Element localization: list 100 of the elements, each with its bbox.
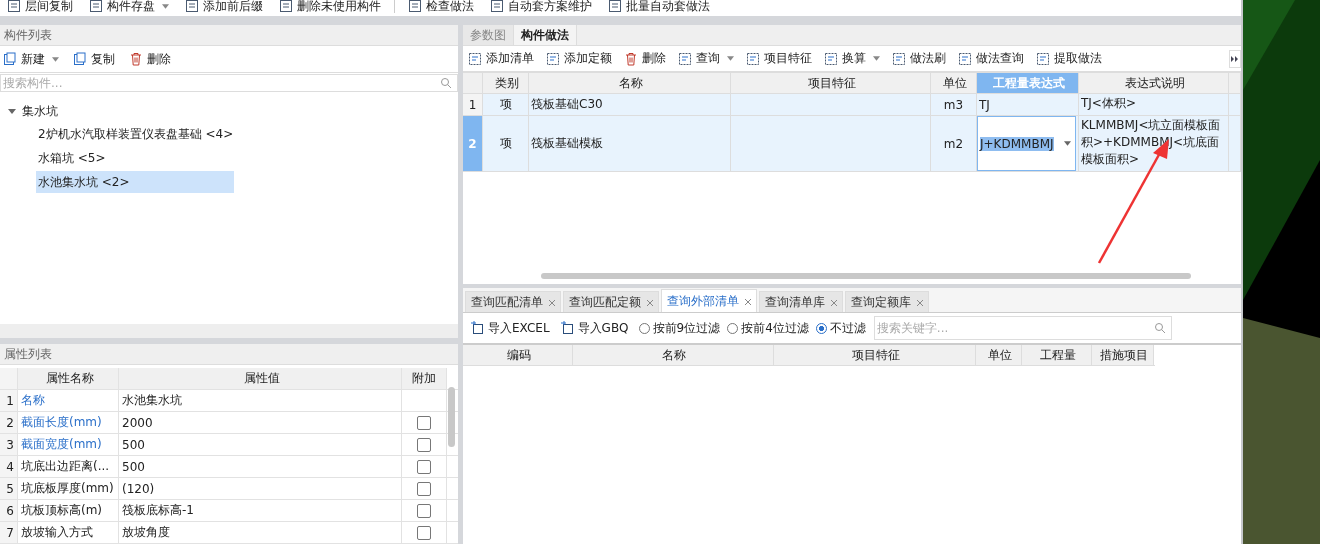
radio-button[interactable]: 按前9位过滤 [638,319,721,337]
panel-title: 构件列表 [0,25,458,46]
row-number: 6 [0,500,18,521]
column-header[interactable]: 附加 [402,368,447,389]
caret-icon[interactable] [162,3,169,9]
tab[interactable]: 查询清单库 [759,291,843,312]
property-value[interactable]: 放坡角度 [119,522,402,543]
tab[interactable]: 查询匹配清单 [465,291,561,312]
scrollbar[interactable] [448,387,455,447]
column-header[interactable]: 类别 [483,73,529,93]
tab[interactable]: 查询匹配定额 [563,291,659,312]
tab[interactable]: 查询外部清单 [661,289,757,312]
toolbar-button[interactable]: 删除未使用构件 [276,0,384,15]
expand-arrow-icon[interactable] [8,107,16,115]
document-icon [89,0,103,13]
checkbox[interactable] [417,459,431,474]
expression-field[interactable]: J+KDMMBMJ [977,116,1076,171]
document-icon [892,51,906,66]
document-icon [185,0,199,13]
column-header[interactable]: 名称 [573,345,774,365]
column-header[interactable]: 表达式说明 [1079,73,1229,93]
column-header[interactable]: 措施项目 [1092,345,1154,365]
column-header[interactable]: 编码 [463,345,573,365]
column-header[interactable]: 属性值 [119,368,402,389]
toolbar-button[interactable]: 新建 [0,50,62,68]
tree-item[interactable]: 水池集水坑 <2> [36,171,234,193]
checkbox[interactable] [417,437,431,452]
close-icon[interactable] [831,299,837,306]
table-cell: 项 [483,94,529,115]
toolbar-button[interactable]: 导入GBQ [556,319,632,337]
toolbar-button[interactable]: 换算 [821,50,883,67]
checkbox[interactable] [417,415,431,430]
tab[interactable]: 查询定额库 [845,291,929,312]
row-number: 5 [0,478,18,499]
toolbar-button[interactable]: 删除 [126,50,174,68]
property-name: 坑板顶标高(m) [18,500,119,521]
toolbar-button[interactable]: 做法刷 [889,50,949,67]
caret-icon[interactable] [1064,141,1071,146]
column-header[interactable]: 工程量 [1022,345,1092,365]
caret-icon[interactable] [52,56,59,62]
more-button[interactable] [1229,49,1241,68]
toolbar-button[interactable]: 构件存盘 [86,0,172,15]
property-value[interactable]: 500 [119,456,402,477]
toolbar-button[interactable]: 批量自动套做法 [605,0,713,15]
toolbar-button[interactable]: 添加定额 [543,50,615,67]
toolbar-button[interactable]: 做法查询 [955,50,1027,67]
radio-button[interactable]: 不过滤 [815,319,866,337]
property-name: 截面宽度(mm) [18,434,119,455]
column-header[interactable]: 单位 [931,73,977,93]
caret-icon[interactable] [727,56,734,61]
property-name: 放坡输入方式 [18,522,119,543]
radio-button[interactable]: 按前4位过滤 [727,319,809,337]
search-field[interactable]: 搜索关键字... [873,316,1172,340]
document-icon [824,51,838,66]
property-value[interactable]: 500 [119,434,402,455]
search-field[interactable]: 搜索构件... [0,74,458,92]
column-header[interactable]: 项目特征 [774,345,976,365]
scrollbar[interactable] [541,273,1191,279]
column-header[interactable]: 名称 [529,73,731,93]
toolbar-button[interactable]: 删除 [621,50,669,67]
checkbox[interactable] [417,525,431,540]
checkbox[interactable] [417,481,431,496]
toolbar-button[interactable]: 提取做法 [1033,50,1105,67]
checkbox[interactable] [417,503,431,518]
toolbar-button[interactable]: 层间复制 [4,0,76,15]
toolbar-button[interactable]: 导入EXCEL [467,319,553,337]
tab[interactable]: 构件做法 [514,25,577,45]
property-value[interactable]: 筏板底标高-1 [119,500,402,521]
document-icon [7,0,21,13]
property-value[interactable]: 2000 [119,412,402,433]
toolbar-button[interactable]: 查询 [675,50,737,67]
document-icon [608,0,622,13]
document-icon [408,0,422,13]
close-icon[interactable] [549,299,555,306]
toolbar-button[interactable]: 添加清单 [465,50,537,67]
column-header[interactable]: 单位 [976,345,1022,365]
document-icon [678,51,692,66]
property-name: 坑底出边距离(... [18,456,119,477]
row-number[interactable]: 1 [463,94,483,115]
column-header[interactable]: 属性名称 [18,368,119,389]
import-icon [559,321,574,335]
column-header[interactable]: 项目特征 [731,73,931,93]
row-number: 7 [0,522,18,543]
property-value[interactable]: 水池集水坑 [119,390,402,411]
table-cell: m3 [931,94,977,115]
close-icon[interactable] [647,299,653,306]
tree-item[interactable]: 集水坑 [20,100,60,122]
caret-icon[interactable] [873,56,880,61]
toolbar-button[interactable]: 复制 [70,50,118,68]
tree-item[interactable]: 2炉机水汽取样装置仪表盘基础 <4> [36,123,236,145]
tree-item[interactable]: 水箱坑 <5> [36,147,108,169]
property-value[interactable]: (120) [119,478,402,499]
toolbar-button[interactable]: 添加前后缀 [182,0,266,15]
toolbar-button[interactable]: 项目特征 [743,50,815,67]
toolbar-button[interactable]: 检查做法 [405,0,477,15]
close-icon[interactable] [745,298,751,305]
toolbar-button[interactable]: 自动套方案维护 [487,0,595,15]
table-cell: 筏板基础模板 [529,116,731,171]
document-icon [1036,51,1050,66]
close-icon[interactable] [917,299,923,306]
